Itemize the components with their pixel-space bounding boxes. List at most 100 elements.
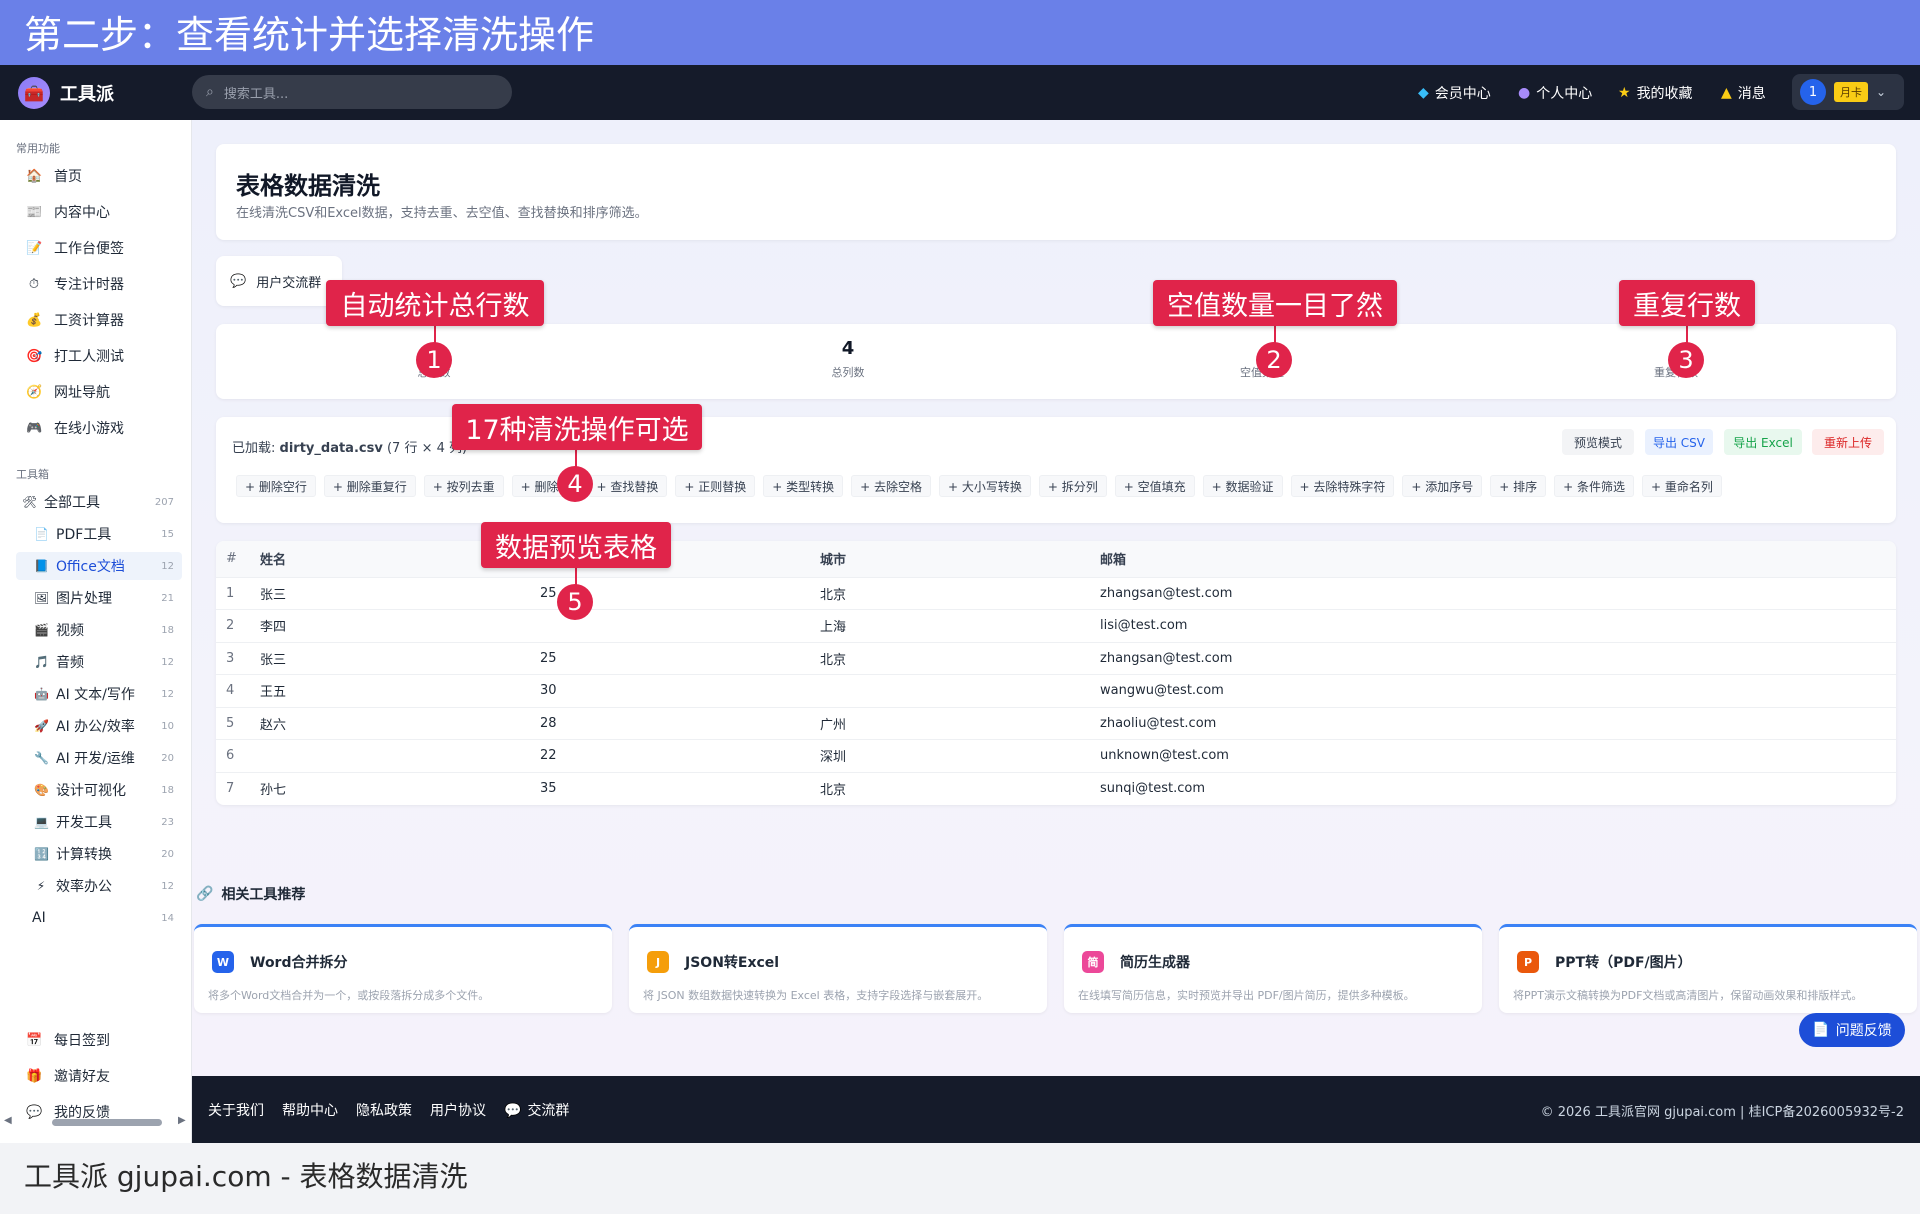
- column-header[interactable]: 城市: [820, 541, 1100, 577]
- op-remove-special-chars[interactable]: + 去除特殊字符: [1290, 475, 1395, 497]
- sidebar-item-invite[interactable]: 🎁 邀请好友: [26, 1064, 110, 1088]
- table-cell[interactable]: zhaoliu@test.com: [1100, 706, 1896, 740]
- nav-profile[interactable]: ● 个人中心: [1518, 65, 1592, 120]
- community-button[interactable]: 💬 用户交流群: [216, 256, 342, 306]
- op-dedupe-by-column[interactable]: + 按列去重: [423, 475, 504, 497]
- search-input[interactable]: ⌕ 搜索工具...: [192, 75, 512, 109]
- table-cell[interactable]: 北京: [820, 576, 1100, 610]
- table-cell[interactable]: 张三: [260, 576, 540, 610]
- sidebar-item-ai-writing[interactable]: 🤖 AI 文本/写作 12: [16, 680, 182, 708]
- brand-name[interactable]: 工具派: [60, 80, 114, 106]
- nav-messages[interactable]: ▲ 消息: [1721, 65, 1766, 120]
- op-split-column[interactable]: + 拆分列: [1038, 475, 1107, 497]
- table-cell[interactable]: 22: [540, 739, 820, 772]
- sidebar-item-image[interactable]: 🖼 图片处理 21: [16, 584, 182, 612]
- sidebar-item-calc[interactable]: 🔢 计算转换 20: [16, 840, 182, 868]
- sidebar-item-feedback[interactable]: 💬 我的反馈: [26, 1100, 110, 1124]
- table-cell[interactable]: 4: [216, 674, 260, 707]
- column-header[interactable]: #: [216, 541, 260, 577]
- op-filter[interactable]: + 条件筛选: [1554, 475, 1634, 497]
- op-regex-replace[interactable]: + 正则替换: [675, 475, 756, 497]
- sidebar-item-all-tools[interactable]: 🛠 全部工具 207: [16, 488, 182, 516]
- table-cell[interactable]: 5: [216, 706, 260, 740]
- sidebar-item-checkin[interactable]: 📅 每日签到: [26, 1028, 110, 1052]
- export-excel-button[interactable]: 导出 Excel: [1724, 429, 1802, 455]
- sidebar-item-home[interactable]: 🏠 首页: [26, 164, 82, 188]
- table-cell[interactable]: unknown@test.com: [1100, 739, 1896, 772]
- op-delete-empty-rows[interactable]: + 删除空行: [236, 475, 316, 497]
- feedback-button[interactable]: 📄 问题反馈: [1799, 1013, 1905, 1047]
- table-cell[interactable]: zhangsan@test.com: [1100, 641, 1896, 675]
- sidebar-item-audio[interactable]: 🎵 音频 12: [16, 648, 182, 676]
- table-cell[interactable]: sunqi@test.com: [1100, 771, 1896, 805]
- sidebar-item-ai-office[interactable]: 🚀 AI 办公/效率 10: [16, 712, 182, 740]
- table-cell[interactable]: 赵六: [260, 706, 540, 740]
- table-cell[interactable]: 李四: [260, 609, 540, 642]
- reupload-button[interactable]: 重新上传: [1812, 429, 1884, 455]
- footer-link-community[interactable]: 💬 交流群: [504, 1100, 569, 1120]
- sidebar-item-worker-test[interactable]: 🎯 打工人测试: [26, 344, 124, 368]
- table-cell[interactable]: 张三: [260, 641, 540, 675]
- user-menu[interactable]: 1 月卡 ⌄: [1792, 74, 1904, 110]
- sidebar-item-url-nav[interactable]: 🧭 网址导航: [26, 380, 110, 404]
- table-cell[interactable]: 广州: [820, 706, 1100, 740]
- footer-link-help[interactable]: 帮助中心: [282, 1100, 338, 1120]
- table-cell[interactable]: zhangsan@test.com: [1100, 576, 1896, 610]
- sidebar-item-timer[interactable]: ⏱ 专注计时器: [26, 272, 124, 296]
- table-cell[interactable]: 王五: [260, 674, 540, 707]
- sidebar-item-notes[interactable]: 📝 工作台便签: [26, 236, 124, 260]
- related-card-word-merge[interactable]: W Word合并拆分 将多个Word文档合并为一个，或按段落拆分成多个文件。: [194, 924, 612, 1013]
- sidebar-item-design[interactable]: 🎨 设计可视化 18: [16, 776, 182, 804]
- sidebar-item-pdf[interactable]: 📄 PDF工具 15: [16, 520, 182, 548]
- scroll-right-icon[interactable]: ▶: [178, 1115, 186, 1126]
- op-sort[interactable]: + 排序: [1490, 475, 1547, 497]
- table-cell[interactable]: 25: [540, 641, 820, 675]
- op-fill-null[interactable]: + 空值填充: [1114, 475, 1195, 497]
- sidebar-item-video[interactable]: 🎬 视频 18: [16, 616, 182, 644]
- op-trim-spaces[interactable]: + 去除空格: [851, 475, 931, 497]
- op-add-index[interactable]: + 添加序号: [1402, 475, 1483, 497]
- table-cell[interactable]: 孙七: [260, 771, 540, 805]
- sidebar-item-office[interactable]: 📘 Office文档 12: [16, 552, 182, 580]
- op-find-replace[interactable]: + 查找替换: [587, 475, 668, 497]
- logo-icon[interactable]: 🧰: [18, 77, 50, 109]
- table-cell[interactable]: 1: [216, 576, 260, 610]
- table-cell[interactable]: 6: [216, 739, 260, 772]
- table-cell[interactable]: [820, 674, 1100, 707]
- sidebar-item-salary[interactable]: 💰 工资计算器: [26, 308, 124, 332]
- op-rename-column[interactable]: + 重命名列: [1642, 475, 1722, 497]
- related-card-json-excel[interactable]: J JSON转Excel 将 JSON 数组数据快速转换为 Excel 表格，支…: [629, 924, 1047, 1013]
- export-csv-button[interactable]: 导出 CSV: [1645, 429, 1713, 455]
- op-validate[interactable]: + 数据验证: [1202, 475, 1283, 497]
- footer-link-privacy[interactable]: 隐私政策: [356, 1100, 412, 1120]
- table-cell[interactable]: 7: [216, 771, 260, 805]
- sidebar-item-dev-tools[interactable]: 💻 开发工具 23: [16, 808, 182, 836]
- table-cell[interactable]: 北京: [820, 771, 1100, 805]
- sidebar-item-efficiency[interactable]: ⚡ 效率办公 12: [16, 872, 182, 900]
- table-cell[interactable]: 28: [540, 706, 820, 740]
- sidebar-item-ai[interactable]: AI 14: [16, 904, 182, 932]
- op-case-convert[interactable]: + 大小写转换: [939, 475, 1031, 497]
- sidebar-item-games[interactable]: 🎮 在线小游戏: [26, 416, 124, 440]
- table-cell[interactable]: 3: [216, 641, 260, 675]
- column-header[interactable]: 邮箱: [1100, 541, 1896, 577]
- related-card-resume[interactable]: 简 简历生成器 在线填写简历信息，实时预览并导出 PDF/图片简历，提供多种模板…: [1064, 924, 1482, 1013]
- sidebar-item-ai-devops[interactable]: 🔧 AI 开发/运维 20: [16, 744, 182, 772]
- nav-member-center[interactable]: ◆ 会员中心: [1418, 65, 1491, 120]
- sidebar-item-content[interactable]: 📰 内容中心: [26, 200, 110, 224]
- table-cell[interactable]: 北京: [820, 641, 1100, 675]
- op-delete-duplicate-rows[interactable]: + 删除重复行: [323, 475, 416, 497]
- footer-link-terms[interactable]: 用户协议: [430, 1100, 486, 1120]
- table-cell[interactable]: 2: [216, 609, 260, 642]
- table-cell[interactable]: lisi@test.com: [1100, 609, 1896, 642]
- table-cell[interactable]: 深圳: [820, 739, 1100, 772]
- nav-favorites[interactable]: ★ 我的收藏: [1618, 65, 1693, 120]
- table-cell[interactable]: 上海: [820, 609, 1100, 642]
- scroll-left-icon[interactable]: ◀: [4, 1115, 12, 1126]
- table-cell[interactable]: 30: [540, 674, 820, 707]
- table-cell[interactable]: wangwu@test.com: [1100, 674, 1896, 707]
- op-type-convert[interactable]: + 类型转换: [763, 475, 844, 497]
- preview-mode-button[interactable]: 预览模式: [1562, 429, 1634, 455]
- footer-link-about[interactable]: 关于我们: [208, 1100, 264, 1120]
- table-cell[interactable]: [260, 739, 540, 772]
